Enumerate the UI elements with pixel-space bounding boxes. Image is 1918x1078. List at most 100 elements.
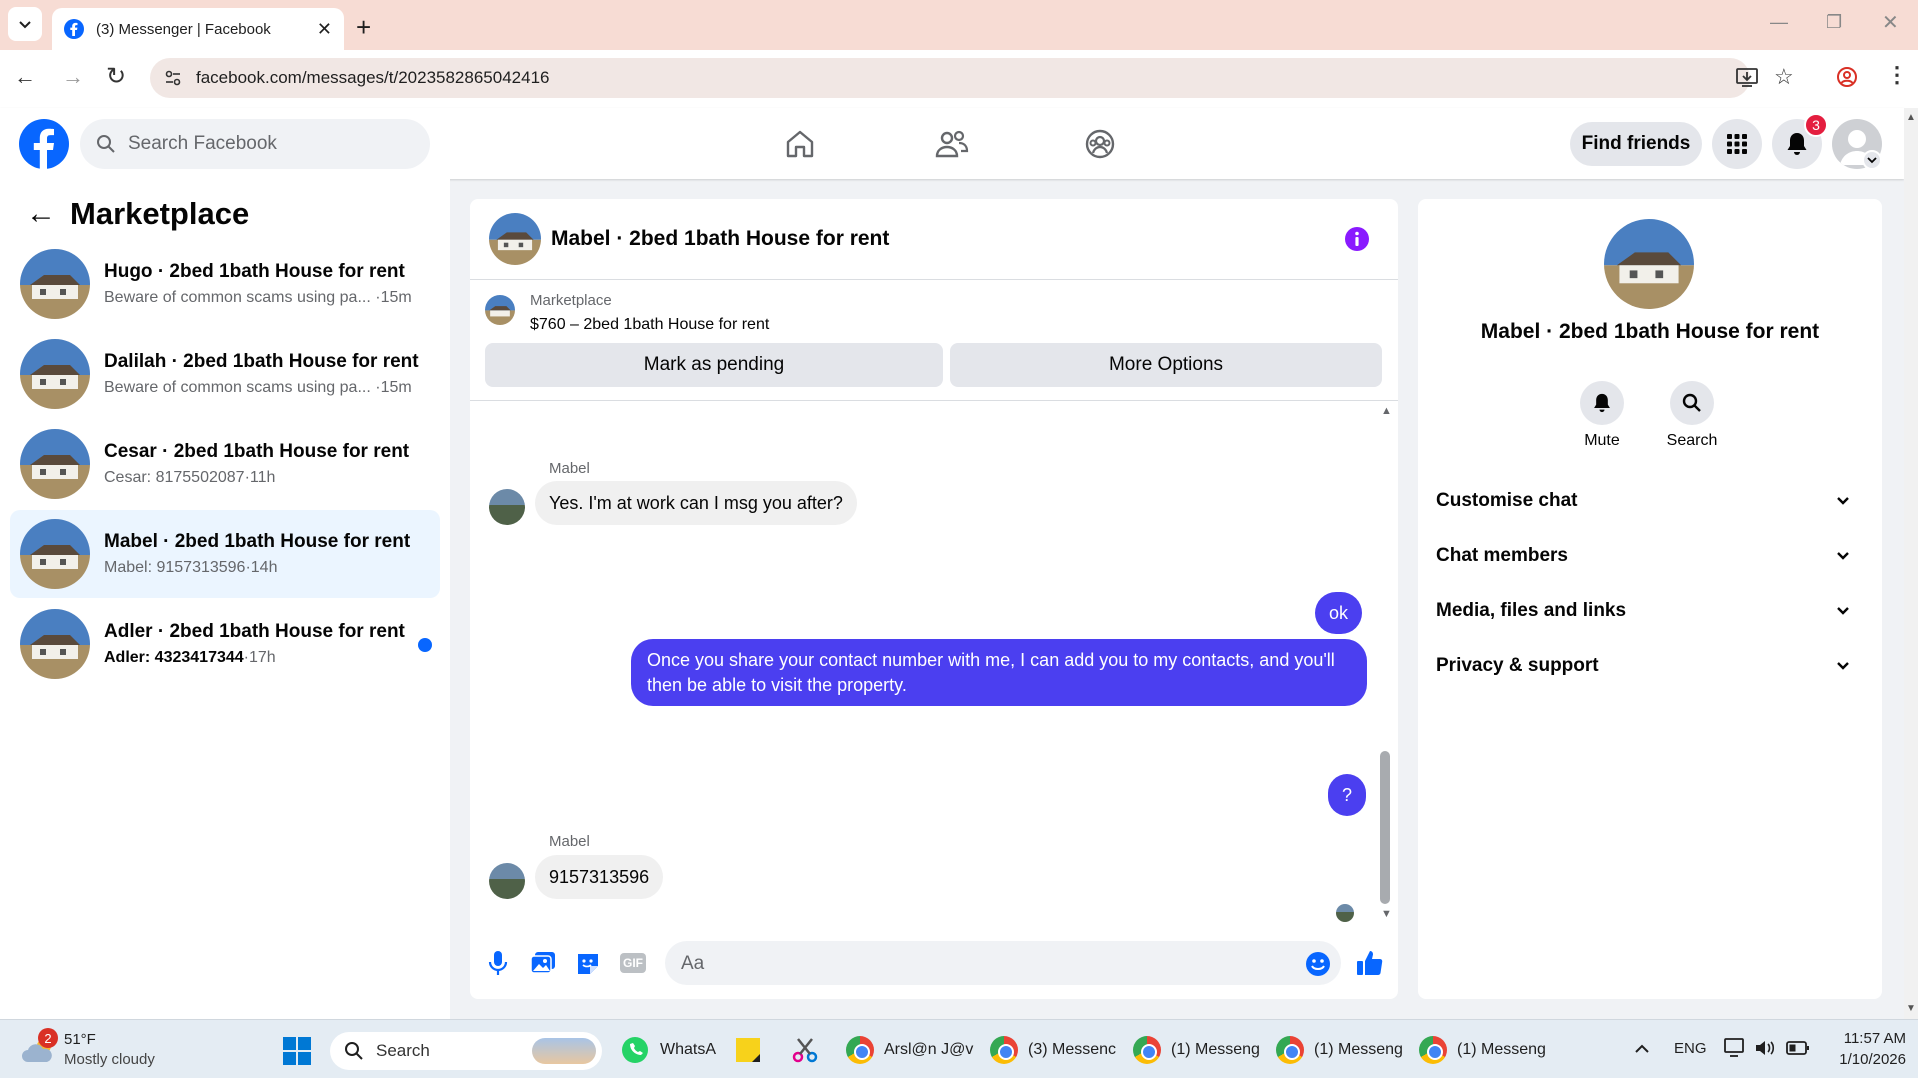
restore-icon[interactable]: ❐ [1826, 12, 1842, 33]
page-scroll-up-arrow[interactable]: ▲ [1906, 112, 1916, 123]
section-label: Chat members [1436, 545, 1568, 566]
site-settings-icon[interactable] [164, 69, 182, 87]
divider [470, 400, 1398, 401]
search-label: Search [1666, 432, 1718, 449]
chevron-down-icon [1837, 497, 1849, 505]
section-media-files-links[interactable]: Media, files and links [1436, 591, 1866, 631]
chevron-down-icon [19, 21, 31, 29]
bookmark-star-icon[interactable]: ☆ [1774, 64, 1794, 90]
back-arrow-icon[interactable]: ← [14, 64, 36, 90]
weather-desc[interactable]: Mostly cloudy [64, 1051, 155, 1068]
new-tab-button[interactable]: + [356, 12, 371, 43]
photo-gallery-icon[interactable] [530, 951, 556, 975]
section-chat-members[interactable]: Chat members [1436, 536, 1866, 576]
section-label: Customise chat [1436, 490, 1578, 511]
message-sender: Mabel [549, 833, 590, 850]
taskbar-app-chrome-3[interactable]: (1) Messeng [1133, 1030, 1260, 1070]
find-friends-button[interactable]: Find friends [1570, 122, 1702, 166]
profile-icon[interactable] [1836, 66, 1858, 88]
forward-arrow-icon[interactable]: → [62, 64, 84, 90]
sidebar-title: Marketplace [70, 196, 250, 231]
conversation-item-mabel[interactable]: Mabel · 2bed 1bath House for rent Mabel:… [10, 510, 440, 598]
menu-button[interactable] [1712, 119, 1762, 169]
message-bubble-incoming[interactable]: 9157313596 [535, 855, 664, 899]
groups-icon[interactable] [1084, 128, 1116, 160]
section-privacy-support[interactable]: Privacy & support [1436, 646, 1866, 686]
facebook-favicon-icon [64, 19, 84, 39]
message-bubble-incoming[interactable]: Yes. I'm at work can I msg you after? [535, 481, 857, 525]
mute-button[interactable] [1580, 381, 1624, 425]
section-label: Privacy & support [1436, 655, 1599, 676]
taskbar-app-snipping-tool[interactable] [790, 1030, 820, 1070]
conversation-title: Mabel · 2bed 1bath House for rent [104, 531, 411, 552]
mark-as-pending-button[interactable]: Mark as pending [485, 343, 943, 387]
taskbar-app-label: (1) Messeng [1457, 1041, 1546, 1058]
battery-icon[interactable] [1786, 1040, 1810, 1056]
window-close-icon[interactable]: ✕ [1882, 10, 1899, 35]
chat-avatar[interactable] [489, 213, 541, 265]
scroll-up-arrow[interactable]: ▲ [1381, 405, 1392, 417]
facebook-search-input[interactable]: Search Facebook [80, 119, 430, 169]
sidebar-back-icon[interactable]: ← [26, 197, 56, 231]
chevron-up-icon[interactable] [1634, 1042, 1650, 1054]
chat-title[interactable]: Mabel · 2bed 1bath House for rent [551, 227, 889, 251]
volume-icon[interactable] [1754, 1038, 1776, 1058]
windows-start-icon[interactable] [282, 1036, 312, 1066]
weather-temp[interactable]: 51°F [64, 1031, 96, 1048]
conversation-item-cesar[interactable]: Cesar · 2bed 1bath House for rent Cesar:… [10, 420, 440, 508]
network-icon[interactable] [1724, 1038, 1746, 1058]
reload-icon[interactable]: ↻ [106, 62, 126, 91]
conversation-item-dalilah[interactable]: Dalilah · 2bed 1bath House for rent Bewa… [10, 330, 440, 418]
install-app-icon[interactable] [1736, 68, 1758, 88]
clock-date[interactable]: 1/10/2026 [1822, 1051, 1906, 1068]
clock-time[interactable]: 11:57 AM [1822, 1030, 1906, 1047]
listing-thumbnail [20, 339, 90, 409]
message-input[interactable]: Aa [665, 941, 1341, 985]
search-conversation-button[interactable] [1670, 381, 1714, 425]
taskbar-search-input[interactable]: Search [330, 1032, 602, 1070]
taskbar-app-chrome-2[interactable]: (3) Messenc [990, 1030, 1116, 1070]
tab-search-button[interactable] [8, 7, 42, 41]
conversation-item-adler[interactable]: Adler · 2bed 1bath House for rent Adler:… [10, 600, 440, 688]
listing-price-title[interactable]: $760 – 2bed 1bath House for rent [530, 316, 769, 334]
taskbar-app-chrome-4[interactable]: (1) Messeng [1276, 1030, 1403, 1070]
more-options-button[interactable]: More Options [950, 343, 1382, 387]
taskbar-app-label: (1) Messeng [1314, 1041, 1403, 1058]
sticker-icon[interactable] [575, 951, 601, 975]
gif-icon[interactable]: GIF [620, 953, 646, 973]
language-indicator[interactable]: ENG [1674, 1040, 1707, 1057]
sender-avatar[interactable] [489, 489, 525, 525]
taskbar-app-sticky-notes[interactable] [734, 1030, 762, 1070]
home-icon[interactable] [784, 128, 816, 160]
sender-avatar[interactable] [489, 863, 525, 899]
divider [470, 279, 1398, 280]
minimize-icon[interactable]: — [1770, 12, 1788, 33]
page-scrollbar[interactable] [1904, 108, 1918, 1019]
section-customise-chat[interactable]: Customise chat [1436, 481, 1866, 521]
taskbar-app-chrome-1[interactable]: Arsl@n J@v [846, 1030, 973, 1070]
browser-tab-active[interactable]: (3) Messenger | Facebook ✕ [52, 8, 344, 50]
house-photo-icon [20, 519, 90, 589]
info-icon[interactable] [1344, 226, 1370, 252]
taskbar-app-whatsapp[interactable]: WhatsA [620, 1030, 716, 1070]
message-bubble-outgoing[interactable]: ? [1328, 774, 1366, 816]
conversation-item-hugo[interactable]: Hugo · 2bed 1bath House for rent Beware … [10, 240, 440, 328]
bell-icon [1594, 393, 1610, 413]
chat-scrollbar-thumb[interactable] [1380, 751, 1390, 904]
thumbs-up-icon[interactable] [1356, 949, 1384, 977]
message-bubble-outgoing[interactable]: Once you share your contact number with … [631, 639, 1367, 706]
message-bubble-outgoing[interactable]: ok [1315, 592, 1363, 634]
microphone-icon[interactable] [488, 950, 508, 976]
account-menu-button[interactable] [1862, 150, 1882, 170]
taskbar-app-chrome-5[interactable]: (1) Messeng [1419, 1030, 1546, 1070]
tab-close-icon[interactable]: ✕ [317, 19, 332, 40]
page-scroll-down-arrow[interactable]: ▼ [1906, 1003, 1916, 1014]
scroll-down-arrow[interactable]: ▼ [1381, 908, 1392, 920]
url-text[interactable]: facebook.com/messages/t/2023582865042416 [196, 68, 549, 88]
facebook-logo-icon[interactable] [19, 119, 69, 169]
house-photo-icon [485, 295, 515, 325]
browser-menu-icon[interactable]: ⋮ [1886, 62, 1908, 88]
emoji-icon[interactable] [1305, 951, 1331, 977]
friends-icon[interactable] [934, 128, 970, 160]
address-bar[interactable]: facebook.com/messages/t/2023582865042416… [150, 58, 1794, 98]
